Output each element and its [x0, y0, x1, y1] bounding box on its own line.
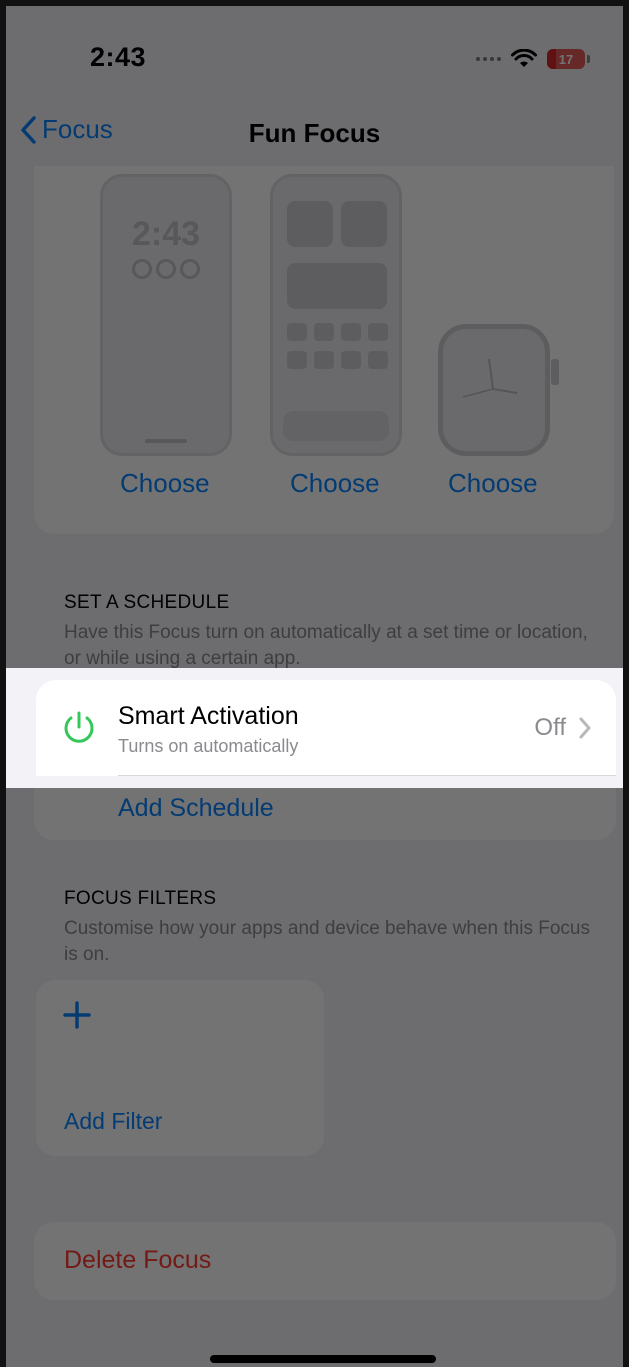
status-icons: 17 — [476, 46, 590, 72]
widget-placeholder — [341, 201, 387, 247]
wifi-icon — [511, 49, 537, 69]
home-indicator — [210, 1355, 436, 1363]
watch-crown — [551, 359, 559, 385]
app-icon-placeholder — [368, 323, 388, 341]
smart-activation-subtitle: Turns on automatically — [118, 736, 299, 756]
back-button[interactable]: Focus — [20, 114, 113, 145]
filters-section-footer: Customise how your apps and device behav… — [64, 918, 590, 965]
plus-icon — [63, 1001, 91, 1029]
row-divider — [118, 775, 616, 776]
add-filter-card[interactable]: Add Filter — [36, 980, 324, 1156]
delete-focus-button[interactable]: Delete Focus — [34, 1222, 616, 1300]
battery-level: 17 — [558, 51, 574, 67]
power-icon — [64, 711, 94, 743]
schedule-section-footer: Have this Focus turn on automatically at… — [64, 622, 588, 669]
home-screen-preview[interactable] — [270, 174, 402, 456]
smart-activation-title: Smart Activation — [118, 702, 299, 730]
app-icon-placeholder — [368, 351, 388, 369]
delete-focus-label: Delete Focus — [64, 1246, 212, 1274]
status-time: 2:43 — [90, 42, 147, 72]
widget-placeholder — [287, 201, 333, 247]
lock-screen-time: 2:43 — [131, 215, 201, 253]
app-icon-placeholder — [287, 323, 307, 341]
choose-lock-screen-button[interactable]: Choose — [120, 468, 210, 499]
cellular-dots-icon — [476, 57, 501, 61]
lock-screen-widgets — [103, 259, 229, 279]
chevron-left-icon — [21, 115, 36, 144]
app-icon-placeholder — [341, 323, 361, 341]
watch-face-preview[interactable] — [438, 324, 559, 456]
add-filter-label: Add Filter — [64, 1108, 163, 1134]
battery-icon: 17 — [547, 49, 590, 69]
app-icon-placeholder — [314, 323, 334, 341]
filters-section-header: FOCUS FILTERS — [64, 888, 217, 909]
dock-placeholder — [283, 411, 389, 441]
focus-settings-screen: 2:43 17 Focus Fun Focus 2:43 Choose Choo… — [0, 0, 629, 1367]
choose-home-screen-button[interactable]: Choose — [290, 468, 380, 499]
widget-placeholder — [287, 263, 387, 309]
app-icon-placeholder — [287, 351, 307, 369]
smart-activation-row[interactable]: Smart Activation Turns on automatically … — [36, 680, 616, 776]
lock-screen-preview[interactable]: 2:43 — [100, 174, 232, 456]
add-schedule-button[interactable]: Add Schedule — [118, 794, 274, 823]
back-label: Focus — [42, 114, 113, 144]
choose-watch-face-button[interactable]: Choose — [448, 468, 538, 499]
watch-hands-icon — [462, 358, 518, 398]
schedule-section-header: SET A SCHEDULE — [64, 592, 230, 613]
app-icon-placeholder — [341, 351, 361, 369]
smart-activation-value: Off — [534, 714, 566, 741]
app-icon-placeholder — [314, 351, 334, 369]
chevron-right-icon — [579, 717, 591, 739]
lock-home-bar — [145, 439, 187, 443]
